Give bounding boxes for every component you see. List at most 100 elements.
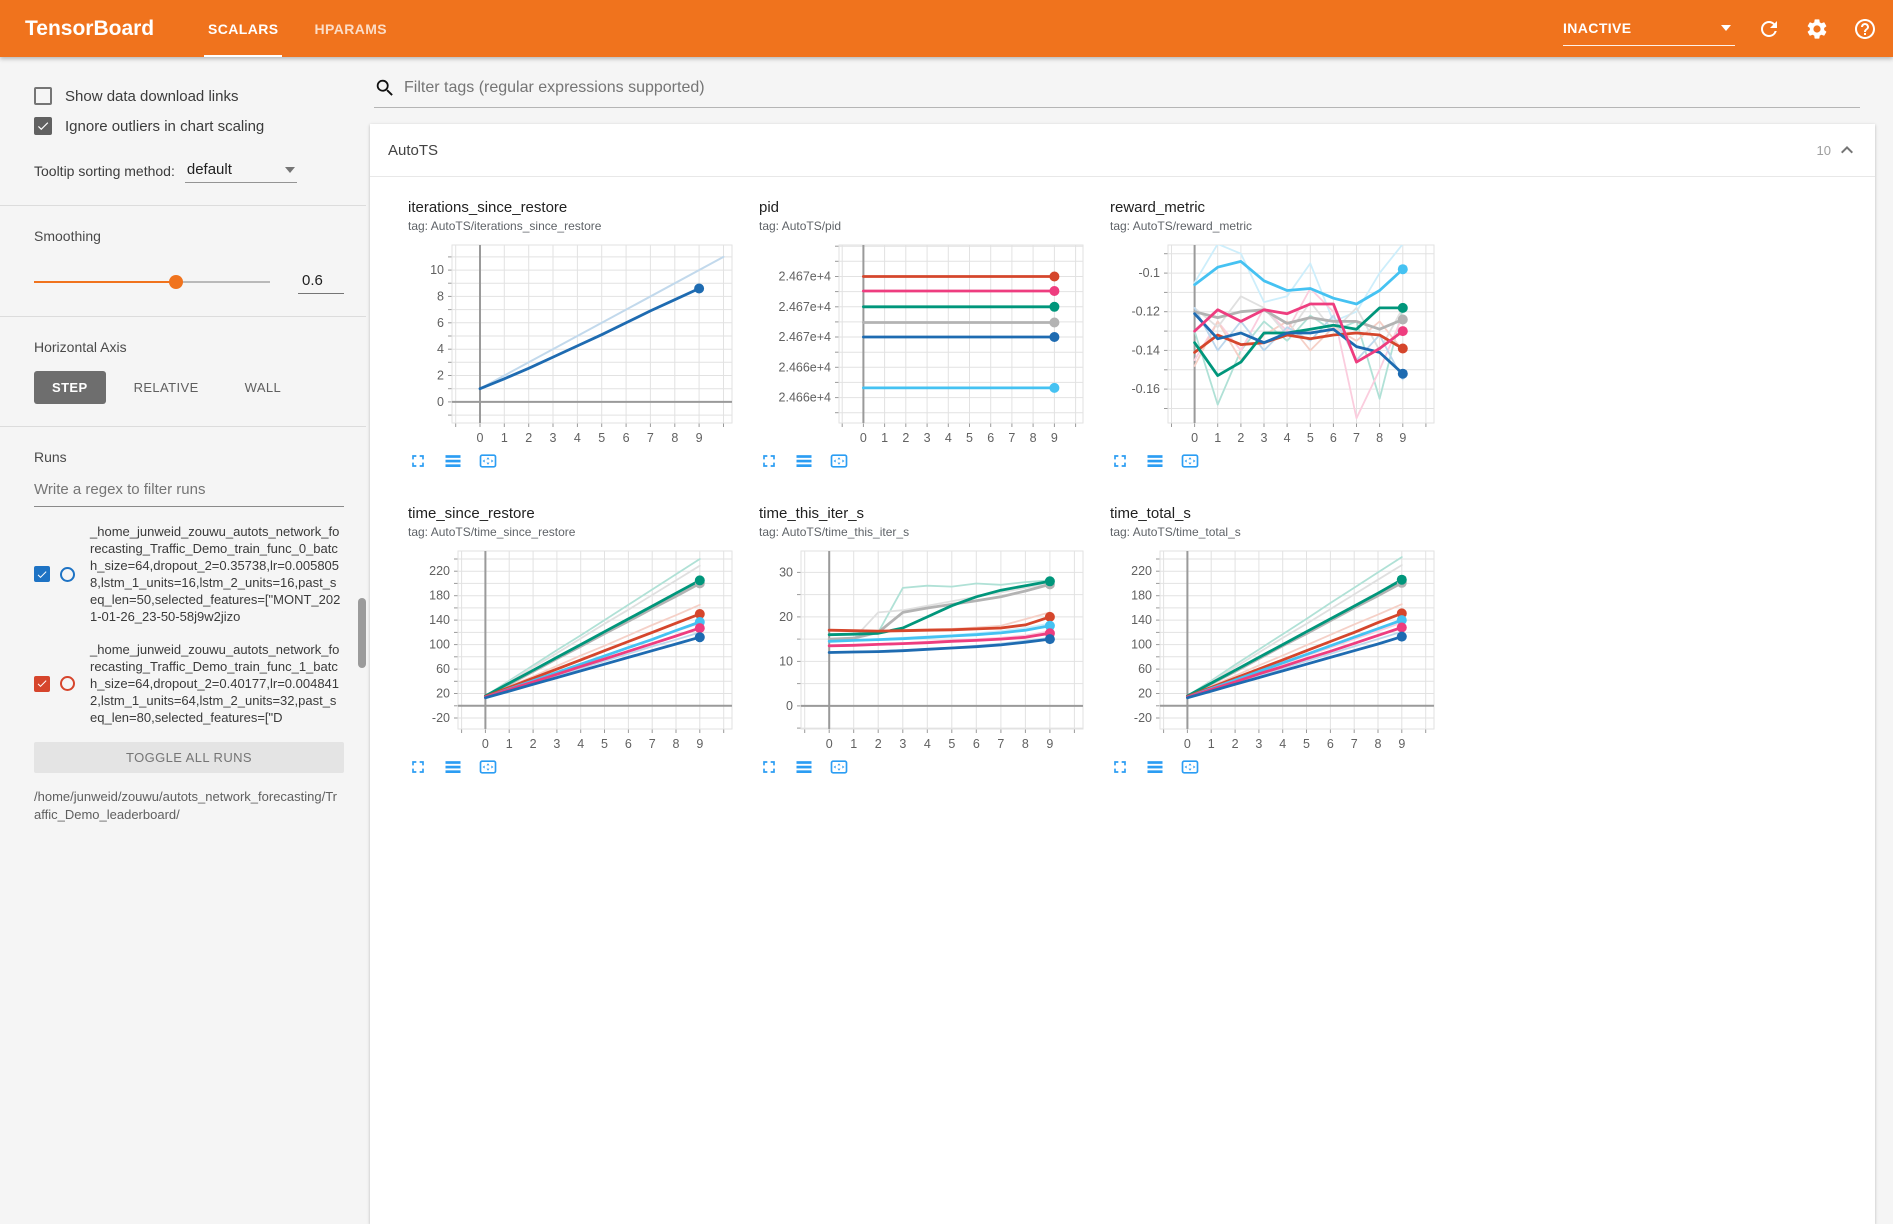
chart-actions <box>1110 757 1461 777</box>
scalar-chart: time_since_restore tag: AutoTS/time_sinc… <box>408 505 759 777</box>
horizontal-axis-label: Horizontal Axis <box>34 339 344 355</box>
fullscreen-icon[interactable] <box>1110 757 1130 777</box>
tooltip-sort-dropdown[interactable]: default <box>185 159 297 183</box>
help-icon[interactable] <box>1853 17 1877 41</box>
svg-text:5: 5 <box>598 431 605 445</box>
svg-text:220: 220 <box>429 564 450 578</box>
fit-domain-icon[interactable] <box>1180 451 1200 471</box>
svg-text:10: 10 <box>430 263 444 277</box>
svg-text:0: 0 <box>482 737 489 751</box>
smoothing-slider[interactable] <box>34 275 270 289</box>
svg-text:5: 5 <box>1303 737 1310 751</box>
chart-title: time_since_restore <box>408 505 759 522</box>
smoothing-label: Smoothing <box>34 228 344 244</box>
log-scale-icon[interactable] <box>443 757 463 777</box>
ignore-outliers-checkbox[interactable] <box>34 117 52 135</box>
toggle-all-runs-button[interactable]: TOGGLE ALL RUNS <box>34 742 344 773</box>
chart-plot[interactable]: 2201801401006020-200123456789 <box>1110 543 1440 755</box>
svg-text:20: 20 <box>436 687 450 701</box>
svg-text:0: 0 <box>1191 431 1198 445</box>
log-scale-icon[interactable] <box>1145 757 1165 777</box>
svg-text:5: 5 <box>966 431 973 445</box>
axis-button-relative[interactable]: RELATIVE <box>116 371 217 404</box>
fit-domain-icon[interactable] <box>1180 757 1200 777</box>
scalar-chart: time_this_iter_s tag: AutoTS/time_this_i… <box>759 505 1110 777</box>
svg-text:7: 7 <box>1351 737 1358 751</box>
chart-plot[interactable]: 2.467e+42.467e+42.467e+42.466e+42.466e+4… <box>759 237 1089 449</box>
svg-text:4: 4 <box>577 737 584 751</box>
collapse-card-icon[interactable] <box>1835 138 1859 162</box>
card-header[interactable]: AutoTS 10 <box>370 124 1875 176</box>
svg-text:0: 0 <box>477 431 484 445</box>
svg-text:8: 8 <box>1376 431 1383 445</box>
fullscreen-icon[interactable] <box>1110 451 1130 471</box>
svg-text:2: 2 <box>902 431 909 445</box>
svg-text:2.467e+4: 2.467e+4 <box>779 270 832 284</box>
axis-button-step[interactable]: STEP <box>34 371 106 404</box>
svg-text:20: 20 <box>1138 687 1152 701</box>
checkbox-label: Ignore outliers in chart scaling <box>65 118 264 135</box>
log-scale-icon[interactable] <box>1145 451 1165 471</box>
nav-tabs: SCALARS HPARAMS <box>190 0 405 57</box>
chart-plot[interactable]: 30201000123456789 <box>759 543 1089 755</box>
run-radio[interactable] <box>60 567 75 582</box>
card-chart-count: 10 <box>1817 143 1831 158</box>
chart-tag: tag: AutoTS/time_since_restore <box>408 525 759 539</box>
chart-actions <box>759 451 1110 471</box>
fit-domain-icon[interactable] <box>829 451 849 471</box>
chart-plot[interactable]: 2201801401006020-200123456789 <box>408 543 738 755</box>
svg-text:220: 220 <box>1131 564 1152 578</box>
slider-thumb[interactable] <box>169 275 183 289</box>
sidebar: Show data download links Ignore outliers… <box>0 57 366 929</box>
tab-scalars[interactable]: SCALARS <box>204 0 282 57</box>
slider-fill <box>34 281 176 283</box>
run-name: _home_junweid_zouwu_autots_network_forec… <box>90 641 343 726</box>
run-radio[interactable] <box>60 676 75 691</box>
svg-text:4: 4 <box>437 342 444 356</box>
svg-text:3: 3 <box>899 737 906 751</box>
scalar-chart: pid tag: AutoTS/pid 2.467e+42.467e+42.46… <box>759 199 1110 471</box>
show-download-links-checkbox[interactable] <box>34 87 52 105</box>
fit-domain-icon[interactable] <box>478 451 498 471</box>
smoothing-value[interactable]: 0.6 <box>298 270 344 294</box>
tab-hparams[interactable]: HPARAMS <box>310 0 391 57</box>
svg-text:7: 7 <box>1353 431 1360 445</box>
svg-text:6: 6 <box>623 431 630 445</box>
status-dropdown[interactable]: INACTIVE <box>1563 12 1735 46</box>
fullscreen-icon[interactable] <box>759 451 779 471</box>
runs-list: _home_junweid_zouwu_autots_network_forec… <box>34 523 344 726</box>
fit-domain-icon[interactable] <box>829 757 849 777</box>
chart-plot[interactable]: 10864200123456789 <box>408 237 738 449</box>
svg-text:140: 140 <box>1131 613 1152 627</box>
svg-text:-0.16: -0.16 <box>1132 382 1161 396</box>
log-scale-icon[interactable] <box>794 451 814 471</box>
chart-actions <box>1110 451 1461 471</box>
svg-text:2.466e+4: 2.466e+4 <box>779 391 832 405</box>
settings-gear-icon[interactable] <box>1805 17 1829 41</box>
svg-text:6: 6 <box>987 431 994 445</box>
svg-text:20: 20 <box>779 610 793 624</box>
sidebar-scrollbar[interactable] <box>358 598 366 668</box>
svg-text:5: 5 <box>1307 431 1314 445</box>
runs-filter-input[interactable] <box>34 475 344 507</box>
fullscreen-icon[interactable] <box>408 451 428 471</box>
run-checkbox[interactable] <box>34 566 50 582</box>
refresh-icon[interactable] <box>1757 17 1781 41</box>
chart-plot[interactable]: -0.1-0.12-0.14-0.160123456789 <box>1110 237 1440 449</box>
log-scale-icon[interactable] <box>443 451 463 471</box>
svg-text:0: 0 <box>1184 737 1191 751</box>
fit-domain-icon[interactable] <box>478 757 498 777</box>
fullscreen-icon[interactable] <box>408 757 428 777</box>
ignore-outliers-row[interactable]: Ignore outliers in chart scaling <box>34 117 344 135</box>
scalar-chart: reward_metric tag: AutoTS/reward_metric … <box>1110 199 1461 471</box>
axis-button-wall[interactable]: WALL <box>227 371 300 404</box>
svg-text:100: 100 <box>1131 638 1152 652</box>
divider <box>0 316 366 317</box>
log-scale-icon[interactable] <box>794 757 814 777</box>
show-download-links-row[interactable]: Show data download links <box>34 87 344 105</box>
svg-text:0: 0 <box>826 737 833 751</box>
tag-filter-input[interactable] <box>404 79 1860 97</box>
run-checkbox[interactable] <box>34 676 50 692</box>
fullscreen-icon[interactable] <box>759 757 779 777</box>
runs-label: Runs <box>34 449 344 465</box>
